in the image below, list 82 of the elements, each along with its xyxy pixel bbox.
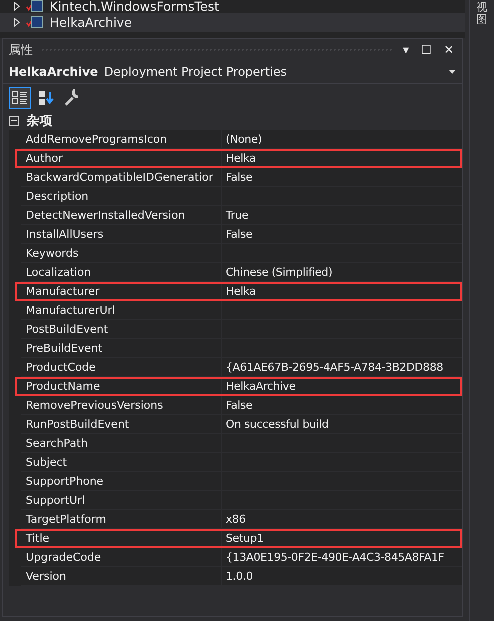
property-name: Localization: [25, 265, 92, 281]
property-row[interactable]: AddRemoveProgramsIcon (None): [21, 130, 462, 149]
panel-button[interactable]: ✕: [442, 43, 456, 57]
tree-item-label: HelkaArchive: [50, 16, 132, 28]
sort-descending-icon: [38, 90, 54, 106]
property-name: PreBuildEvent: [25, 341, 104, 357]
side-tab[interactable]: 视图: [476, 2, 488, 26]
property-row[interactable]: ManufacturerUrl: [21, 301, 462, 320]
property-name: UpgradeCode: [25, 550, 102, 566]
property-name: SupportUrl: [25, 493, 86, 509]
toolbar-button[interactable]: [9, 87, 31, 109]
property-row[interactable]: BackwardCompatibleIDGeneratior False: [21, 168, 462, 187]
tree-item[interactable]: Kintech.WindowsFormsTest: [0, 0, 465, 13]
property-name: ProductName: [25, 379, 102, 394]
property-row[interactable]: ProductCode {A61AE67B-2695-4AF5-A784-3B2DD888: [21, 358, 462, 377]
property-name: Keywords: [25, 246, 80, 262]
property-row[interactable]: SupportUrl: [21, 491, 462, 510]
property-row[interactable]: PostBuildEvent: [21, 320, 462, 339]
property-value: True: [221, 206, 462, 224]
property-value: HelkaArchive: [221, 379, 460, 394]
highlighted-property-row[interactable]: ProductName HelkaArchive: [15, 377, 462, 396]
property-name: DetectNewerInstalledVersion: [25, 208, 186, 224]
property-name: Description: [25, 189, 90, 205]
object-selector[interactable]: HelkaArchive Deployment Project Properties: [3, 61, 462, 84]
highlighted-property-row[interactable]: Title Setup1: [15, 529, 462, 548]
tree-item[interactable]: HelkaArchive: [0, 13, 465, 32]
property-name: Manufacturer: [25, 284, 101, 299]
property-name: SupportPhone: [25, 474, 105, 490]
property-row[interactable]: SupportPhone: [21, 472, 462, 491]
project-icon: [26, 16, 44, 30]
property-row[interactable]: UpgradeCode {13A0E195-0F2E-490E-A4C3-845A8FA1F: [21, 548, 462, 567]
property-value: {A61AE67B-2695-4AF5-A784-3B2DD888: [221, 358, 462, 376]
property-row[interactable]: Version 1.0.0: [21, 567, 462, 586]
property-name: Author: [25, 151, 64, 166]
collapse-toggle-icon[interactable]: [9, 116, 19, 126]
property-value: Setup1: [221, 531, 460, 546]
property-name: Version: [25, 569, 68, 585]
dropdown-arrow-icon: [449, 70, 456, 74]
categorized-view-icon: [12, 90, 28, 106]
highlighted-property-row[interactable]: Author Helka: [15, 149, 462, 168]
property-name: Title: [25, 531, 51, 546]
property-name: ProductCode: [25, 360, 97, 376]
property-row[interactable]: SearchPath: [21, 434, 462, 453]
property-name: RemovePreviousVersions: [25, 398, 164, 414]
property-name: InstallAllUsers: [25, 227, 105, 243]
wrench-icon: [63, 89, 81, 107]
property-name: PostBuildEvent: [25, 322, 110, 338]
property-value: False: [221, 396, 462, 414]
property-value: False: [221, 168, 462, 186]
property-row[interactable]: DetectNewerInstalledVersion True: [21, 206, 462, 225]
project-icon: [26, 0, 44, 14]
property-row[interactable]: Keywords: [21, 244, 462, 263]
property-value: Helka: [221, 284, 460, 299]
property-value: 1.0.0: [221, 567, 462, 585]
panel-button[interactable]: ▾: [401, 43, 412, 57]
property-name: ManufacturerUrl: [25, 303, 116, 319]
category-label: 杂项: [27, 112, 53, 130]
panel-title: 属性: [9, 42, 33, 58]
property-value: Helka: [221, 151, 460, 166]
property-row[interactable]: Description: [21, 187, 462, 206]
tree-item-label: Kintech.WindowsFormsTest: [50, 0, 220, 12]
property-value: False: [221, 225, 462, 243]
property-value: {13A0E195-0F2E-490E-A4C3-845A8FA1F: [221, 548, 462, 566]
property-row[interactable]: InstallAllUsers False: [21, 225, 462, 244]
property-name: Subject: [25, 455, 68, 471]
property-name: TargetPlatform: [25, 512, 108, 528]
property-value: x86: [221, 510, 462, 528]
property-row[interactable]: RemovePreviousVersions False: [21, 396, 462, 415]
property-value: On successful build: [221, 415, 462, 433]
property-value: (None): [221, 130, 462, 148]
property-name: BackwardCompatibleIDGeneratior: [25, 170, 214, 186]
highlighted-property-row[interactable]: Manufacturer Helka: [15, 282, 462, 301]
property-name: AddRemoveProgramsIcon: [25, 132, 168, 148]
panel-button[interactable]: ☐: [419, 43, 434, 57]
property-row[interactable]: PreBuildEvent: [21, 339, 462, 358]
property-value: Chinese (Simplified): [221, 263, 462, 281]
property-row[interactable]: RunPostBuildEvent On successful build: [21, 415, 462, 434]
property-name: SearchPath: [25, 436, 89, 452]
property-row[interactable]: Localization Chinese (Simplified): [21, 263, 462, 282]
property-name: RunPostBuildEvent: [25, 417, 130, 433]
property-row[interactable]: Subject: [21, 453, 462, 472]
property-row[interactable]: TargetPlatform x86: [21, 510, 462, 529]
